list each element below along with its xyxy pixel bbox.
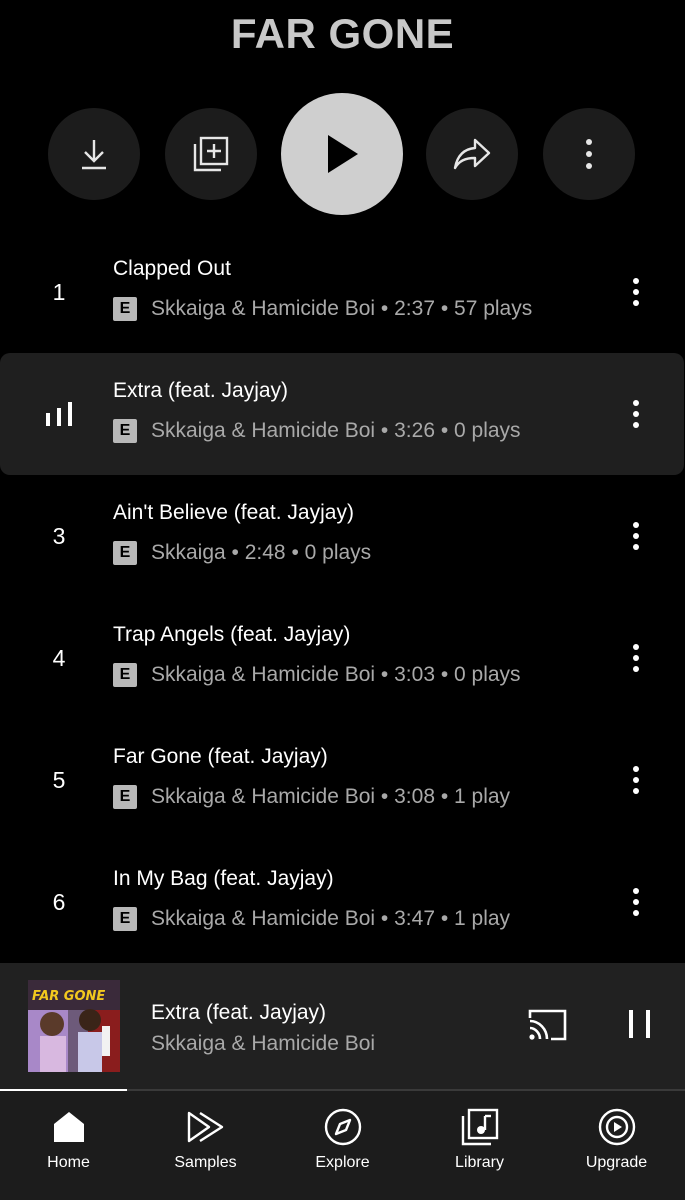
nav-upgrade[interactable]: Upgrade — [548, 1091, 685, 1200]
library-icon — [461, 1108, 498, 1146]
track-row[interactable]: 6 In My Bag (feat. Jayjay) E Skkaiga & H… — [0, 841, 685, 963]
track-more-button[interactable] — [616, 750, 656, 810]
explicit-badge: E — [113, 785, 137, 809]
compass-icon — [324, 1108, 361, 1146]
album-page: FAR GONE 1 Clapped Out E Skkaiga & Hamic… — [0, 0, 685, 1200]
nav-home[interactable]: Home — [0, 1091, 137, 1200]
track-more-button[interactable] — [616, 872, 656, 932]
album-art-image: FAR GONE — [28, 980, 120, 1072]
bottom-navigation: Home Samples Explore Library Upgrade — [0, 1091, 685, 1200]
more-vertical-icon — [633, 278, 639, 306]
track-number: 5 — [52, 766, 66, 793]
track-title: Extra (feat. Jayjay) — [113, 379, 289, 402]
play-icon — [328, 135, 358, 173]
track-more-button[interactable] — [616, 384, 656, 444]
track-meta: E Skkaiga & Hamicide Boi • 3:47 • 1 play — [113, 905, 510, 933]
track-row[interactable]: 5 Far Gone (feat. Jayjay) E Skkaiga & Ha… — [0, 719, 685, 841]
add-to-library-button[interactable] — [165, 108, 257, 200]
equalizer-icon — [46, 402, 72, 426]
track-more-button[interactable] — [616, 506, 656, 566]
track-title: In My Bag (feat. Jayjay) — [113, 867, 334, 890]
track-subtitle: Skkaiga & Hamicide Boi • 2:37 • 57 plays — [151, 297, 533, 320]
track-meta: E Skkaiga & Hamicide Boi • 2:37 • 57 pla… — [113, 295, 532, 323]
track-title: Ain't Believe (feat. Jayjay) — [113, 501, 354, 524]
more-vertical-icon — [633, 888, 639, 916]
album-art-logo: FAR GONE — [32, 989, 105, 1004]
album-actions — [0, 92, 685, 216]
share-icon — [453, 138, 491, 170]
now-playing-indicator — [40, 353, 78, 475]
track-number: 1 — [52, 278, 66, 305]
download-button[interactable] — [48, 108, 140, 200]
track-meta: E Skkaiga & Hamicide Boi • 3:26 • 0 play… — [113, 417, 521, 445]
track-row[interactable]: 3 Ain't Believe (feat. Jayjay) E Skkaiga… — [0, 475, 685, 597]
track-number: 3 — [52, 522, 66, 549]
share-button[interactable] — [426, 108, 518, 200]
explicit-badge: E — [113, 907, 137, 931]
pause-button[interactable] — [620, 1007, 660, 1043]
track-meta: E Skkaiga • 2:48 • 0 plays — [113, 539, 371, 567]
more-vertical-icon — [633, 522, 639, 550]
track-row[interactable]: 4 Trap Angels (feat. Jayjay) E Skkaiga &… — [0, 597, 685, 719]
track-number: 4 — [52, 644, 66, 671]
track-more-button[interactable] — [616, 628, 656, 688]
track-row-playing[interactable]: Extra (feat. Jayjay) E Skkaiga & Hamicid… — [0, 353, 684, 475]
nav-label: Samples — [174, 1154, 237, 1171]
more-options-button[interactable] — [543, 108, 635, 200]
nav-library[interactable]: Library — [411, 1091, 548, 1200]
now-playing-title: Extra (feat. Jayjay) — [151, 1001, 327, 1024]
explicit-badge: E — [113, 297, 137, 321]
cast-button[interactable] — [527, 1007, 569, 1043]
explicit-badge: E — [113, 663, 137, 687]
explicit-badge: E — [113, 419, 137, 443]
add-to-library-icon — [193, 136, 229, 172]
track-subtitle: Skkaiga & Hamicide Boi • 3:08 • 1 play — [151, 785, 511, 808]
nav-label: Library — [455, 1154, 504, 1171]
nav-label: Home — [47, 1154, 90, 1171]
more-vertical-icon — [586, 139, 592, 169]
track-subtitle: Skkaiga & Hamicide Boi • 3:26 • 0 plays — [151, 419, 521, 442]
nav-label: Upgrade — [585, 1154, 648, 1171]
more-vertical-icon — [633, 766, 639, 794]
track-meta: E Skkaiga & Hamicide Boi • 3:03 • 0 play… — [113, 661, 521, 689]
track-row[interactable]: 1 Clapped Out E Skkaiga & Hamicide Boi •… — [0, 231, 685, 353]
samples-icon — [187, 1111, 223, 1143]
more-vertical-icon — [633, 400, 639, 428]
track-meta: E Skkaiga & Hamicide Boi • 3:08 • 1 play — [113, 783, 510, 811]
explicit-badge: E — [113, 541, 137, 565]
album-title: FAR GONE — [230, 10, 455, 57]
download-icon — [82, 140, 106, 170]
track-subtitle: Skkaiga • 2:48 • 0 plays — [151, 541, 372, 564]
home-icon — [53, 1112, 84, 1142]
track-number: 6 — [52, 888, 66, 915]
cast-icon — [528, 1009, 567, 1041]
more-vertical-icon — [633, 644, 639, 672]
nav-samples[interactable]: Samples — [137, 1091, 274, 1200]
now-playing-artist: Skkaiga & Hamicide Boi — [151, 1032, 376, 1055]
nav-label: Explore — [315, 1154, 370, 1171]
mini-player[interactable]: FAR GONE Extra (feat. Jayjay) Skkaiga & … — [0, 963, 685, 1091]
album-art-thumbnail: FAR GONE — [28, 980, 120, 1072]
track-subtitle: Skkaiga & Hamicide Boi • 3:03 • 0 plays — [151, 663, 521, 686]
nav-explore[interactable]: Explore — [274, 1091, 411, 1200]
track-title: Clapped Out — [113, 257, 231, 280]
pause-icon — [629, 1010, 650, 1038]
track-title: Far Gone (feat. Jayjay) — [113, 745, 328, 768]
upgrade-icon — [598, 1108, 635, 1146]
play-button[interactable] — [281, 93, 403, 215]
track-subtitle: Skkaiga & Hamicide Boi • 3:47 • 1 play — [151, 907, 511, 930]
track-title: Trap Angels (feat. Jayjay) — [113, 623, 351, 646]
track-more-button[interactable] — [616, 262, 656, 322]
